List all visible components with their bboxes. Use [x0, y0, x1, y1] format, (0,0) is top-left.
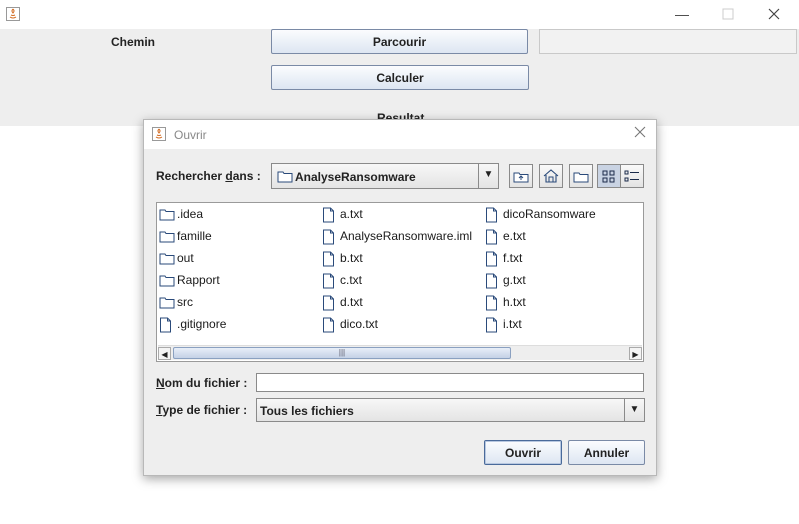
file-item[interactable]: g.txt	[485, 270, 526, 290]
compute-button[interactable]: Calculer	[271, 65, 529, 90]
file-name: .gitignore	[177, 317, 227, 331]
file-item[interactable]: h.txt	[485, 292, 526, 312]
folder-item[interactable]: .idea	[159, 204, 203, 224]
file-item[interactable]: dico.txt	[322, 314, 378, 334]
open-button[interactable]: Ouvrir	[484, 440, 562, 465]
file-name: out	[177, 251, 194, 265]
main-titlebar: —	[0, 0, 799, 29]
new-folder-icon	[573, 172, 589, 183]
file-name: d.txt	[340, 295, 363, 309]
look-in-value: AnalyseRansomware	[295, 170, 416, 184]
filename-label: Nom du fichier :	[156, 376, 248, 390]
file-name: c.txt	[340, 273, 363, 287]
look-in-combo[interactable]: AnalyseRansomware ▼	[271, 163, 499, 189]
folder-item[interactable]: famille	[159, 226, 212, 246]
file-icon	[323, 229, 334, 245]
folder-item[interactable]: src	[159, 292, 193, 312]
file-name: g.txt	[503, 273, 526, 287]
folder-icon	[159, 297, 175, 309]
dialog-title: Ouvrir	[174, 128, 207, 142]
file-name: src	[177, 295, 193, 309]
file-icon	[323, 251, 334, 267]
file-name: i.txt	[503, 317, 522, 331]
file-icon	[323, 295, 334, 311]
file-name: famille	[177, 229, 212, 243]
filetype-combo[interactable]: Tous les fichiers ▼	[256, 398, 645, 422]
file-icon	[323, 317, 334, 333]
scroll-thumb[interactable]: |||	[173, 347, 511, 359]
file-icon	[323, 207, 334, 223]
file-icon	[486, 295, 497, 311]
details-view-icon	[624, 170, 639, 182]
folder-icon	[159, 253, 175, 265]
file-name: .idea	[177, 207, 204, 221]
list-view-icon	[602, 170, 615, 183]
file-icon	[486, 207, 497, 223]
horizontal-scrollbar[interactable]: ◀ ||| ▶	[158, 345, 642, 360]
home-icon	[543, 169, 559, 183]
cancel-button[interactable]: Annuler	[568, 440, 645, 465]
filename-input[interactable]	[256, 373, 644, 392]
file-name: dicoRansomware	[503, 207, 596, 221]
file-item[interactable]: f.txt	[485, 248, 522, 268]
file-name: f.txt	[503, 251, 523, 265]
close-icon[interactable]	[759, 4, 789, 24]
scroll-left-icon[interactable]: ◀	[158, 347, 171, 360]
path-field[interactable]	[539, 29, 797, 54]
filetype-label: Type de fichier :	[156, 403, 248, 417]
filetype-value: Tous les fichiers	[260, 404, 354, 418]
new-folder-button[interactable]	[569, 164, 593, 188]
file-item[interactable]: c.txt	[322, 270, 362, 290]
details-view-button[interactable]	[620, 164, 644, 188]
folder-icon	[277, 171, 293, 183]
file-icon	[160, 317, 171, 333]
file-item[interactable]: AnalyseRansomware.iml	[322, 226, 472, 246]
file-name: h.txt	[503, 295, 526, 309]
file-list[interactable]: .idea famille out Rapport src .gitignore a.txt…	[156, 202, 644, 362]
file-item[interactable]: e.txt	[485, 226, 526, 246]
java-icon	[152, 127, 166, 141]
file-name: dico.txt	[340, 317, 379, 331]
file-item[interactable]: d.txt	[322, 292, 363, 312]
scroll-right-icon[interactable]: ▶	[629, 347, 642, 360]
look-in-label: Rechercher dans :	[156, 169, 261, 183]
folder-icon	[159, 275, 175, 287]
folder-item[interactable]: out	[159, 248, 194, 268]
file-name: AnalyseRansomware.iml	[340, 229, 473, 243]
dialog-titlebar: Ouvrir	[144, 120, 656, 149]
file-name: b.txt	[340, 251, 363, 265]
minimize-icon[interactable]: —	[667, 4, 697, 24]
home-button[interactable]	[539, 164, 563, 188]
close-icon[interactable]	[632, 126, 648, 142]
file-item[interactable]: .gitignore	[159, 314, 226, 334]
java-icon	[6, 7, 20, 21]
up-folder-button[interactable]	[509, 164, 533, 188]
file-icon	[486, 251, 497, 267]
folder-icon	[159, 231, 175, 243]
up-folder-icon	[513, 172, 529, 183]
file-item[interactable]: b.txt	[322, 248, 363, 268]
path-label: Chemin	[111, 35, 156, 49]
browse-button[interactable]: Parcourir	[271, 29, 528, 54]
open-file-dialog: Ouvrir Rechercher dans : AnalyseRansomwa…	[143, 119, 657, 476]
file-item[interactable]: i.txt	[485, 314, 522, 334]
file-name: Rapport	[177, 273, 220, 287]
file-icon	[486, 229, 497, 245]
folder-item[interactable]: Rapport	[159, 270, 220, 290]
file-icon	[486, 273, 497, 289]
maximize-icon[interactable]	[713, 4, 743, 24]
file-name: a.txt	[340, 207, 363, 221]
chevron-down-icon[interactable]: ▼	[478, 164, 498, 188]
list-view-button[interactable]	[597, 164, 621, 188]
file-icon	[323, 273, 334, 289]
folder-icon	[159, 209, 175, 221]
file-icon	[486, 317, 497, 333]
file-item[interactable]: dicoRansomware	[485, 204, 596, 224]
chevron-down-icon[interactable]: ▼	[624, 399, 644, 421]
file-item[interactable]: a.txt	[322, 204, 363, 224]
main-content-panel: Chemin Parcourir Calculer Resultat	[0, 29, 799, 126]
file-name: e.txt	[503, 229, 526, 243]
